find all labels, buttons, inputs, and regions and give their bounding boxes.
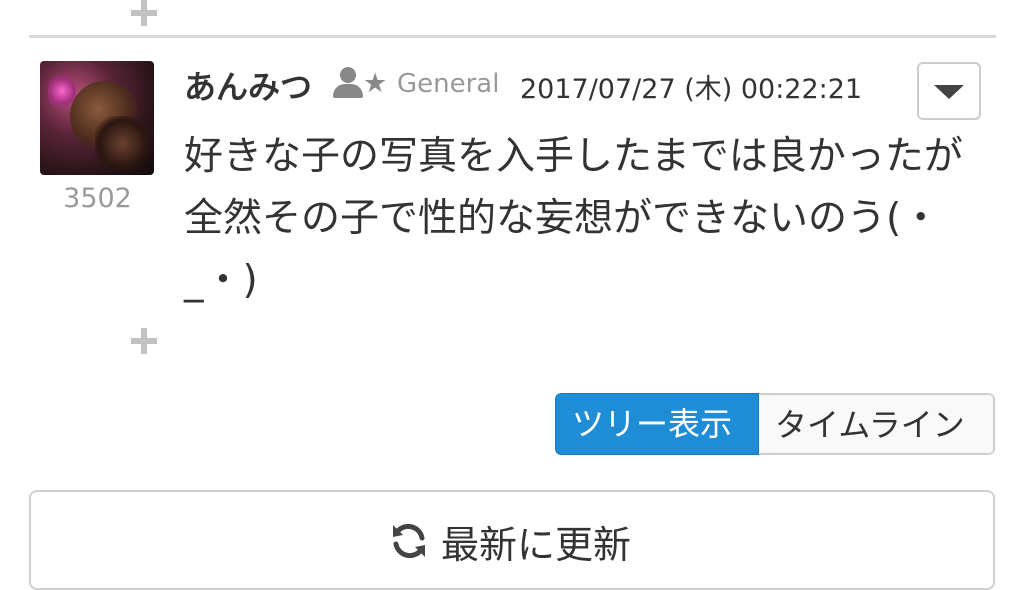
avatar[interactable]	[40, 61, 154, 175]
expand-plus-icon[interactable]	[131, 0, 157, 26]
divider	[29, 35, 996, 38]
post-timestamp: 2017/07/27 (木) 00:22:21	[520, 74, 863, 105]
user-icon	[333, 67, 363, 101]
user-rank: General	[397, 69, 500, 99]
post-menu-button[interactable]	[917, 62, 981, 120]
star-icon: ★	[363, 68, 388, 99]
rank-icons: ★	[333, 67, 391, 101]
refresh-button[interactable]: 最新に更新	[29, 490, 995, 590]
refresh-icon	[393, 523, 425, 559]
username[interactable]: あんみつ	[184, 62, 312, 108]
timeline-view-button[interactable]: タイムライン	[759, 393, 995, 455]
refresh-label: 最新に更新	[441, 522, 632, 567]
view-toggle: ツリー表示 タイムライン	[555, 393, 995, 455]
post-message: 好きな子の写真を入手したまでは良かったが全然その子で性的な妄想ができないのう(・…	[184, 134, 963, 303]
tree-view-button[interactable]: ツリー表示	[555, 393, 759, 455]
expand-plus-icon[interactable]	[131, 328, 157, 354]
caret-down-icon	[934, 85, 964, 99]
user-points: 3502	[63, 183, 132, 214]
